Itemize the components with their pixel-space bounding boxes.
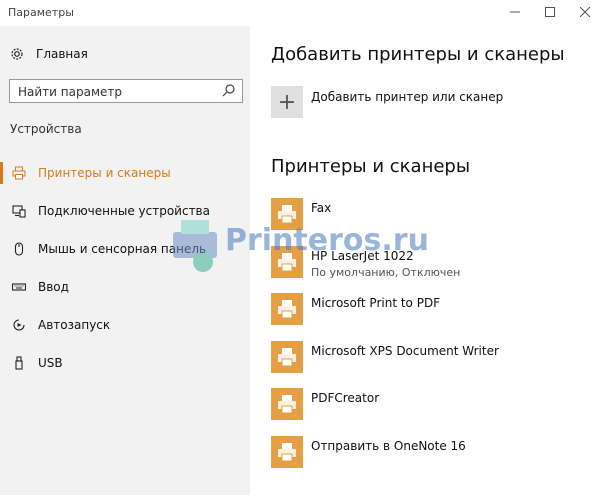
add-printer-button[interactable]: + Добавить принтер или сканер: [271, 86, 503, 118]
sidebar-item-printers[interactable]: Принтеры и сканеры: [0, 154, 250, 192]
sidebar-item-label: Подключенные устройства: [38, 204, 210, 218]
home-link[interactable]: Главная: [10, 43, 88, 65]
printer-name: PDFCreator: [311, 391, 380, 405]
window-title: Параметры: [8, 6, 74, 19]
search-icon[interactable]: [222, 83, 236, 97]
watermark-logo-icon: [173, 220, 217, 272]
printer-icon: [271, 388, 303, 420]
printer-icon: [271, 340, 303, 373]
watermark-text: Printeros.ru: [225, 223, 429, 258]
minimize-button[interactable]: [505, 4, 525, 22]
sidebar-item-usb[interactable]: USB: [0, 344, 250, 382]
add-heading: Добавить принтеры и сканеры: [271, 44, 565, 65]
add-printer-label: Добавить принтер или сканер: [311, 90, 504, 104]
usb-icon: [15, 356, 23, 370]
maximize-button[interactable]: [540, 4, 560, 22]
printer-name: Microsoft Print to PDF: [311, 296, 441, 310]
watermark: Printeros.ru: [165, 218, 455, 280]
autoplay-icon: [13, 319, 25, 331]
sidebar-item-label: Ввод: [38, 280, 69, 294]
printer-item[interactable]: Отправить в OneNote 16: [271, 435, 499, 484]
keyboard-icon: [12, 283, 26, 291]
close-icon: [579, 6, 591, 18]
printer-name: Fax: [311, 201, 332, 215]
close-button[interactable]: [575, 4, 595, 22]
plus-icon: +: [271, 86, 303, 118]
printer-icon: [271, 435, 303, 468]
settings-window: Параметры Главная Устройства: [0, 0, 605, 495]
printer-icon: [271, 293, 303, 325]
minimize-icon: [510, 11, 520, 13]
devices-icon: [12, 205, 26, 218]
printer-icon: [12, 166, 26, 180]
printers-heading: Принтеры и сканеры: [271, 156, 471, 177]
sidebar-item-autoplay[interactable]: Автозапуск: [0, 306, 250, 344]
gear-icon: [11, 48, 23, 60]
printer-item[interactable]: Microsoft Print to PDF: [271, 293, 499, 341]
home-label: Главная: [36, 47, 88, 61]
title-bar: Параметры: [0, 0, 605, 26]
section-title: Устройства: [10, 122, 82, 136]
sidebar-item-label: Автозапуск: [38, 318, 111, 332]
active-indicator: [0, 162, 3, 184]
maximize-icon: [545, 7, 555, 17]
printer-name: Отправить в OneNote 16: [311, 438, 466, 453]
printer-item[interactable]: Microsoft XPS Document Writer: [271, 340, 499, 389]
sidebar-item-label: Принтеры и сканеры: [38, 166, 171, 180]
sidebar-item-label: USB: [38, 356, 63, 370]
mouse-icon: [14, 242, 24, 256]
printer-name: Microsoft XPS Document Writer: [311, 343, 499, 358]
printer-item[interactable]: PDFCreator: [271, 388, 499, 436]
search-box[interactable]: [9, 79, 243, 103]
search-input[interactable]: [16, 81, 220, 103]
